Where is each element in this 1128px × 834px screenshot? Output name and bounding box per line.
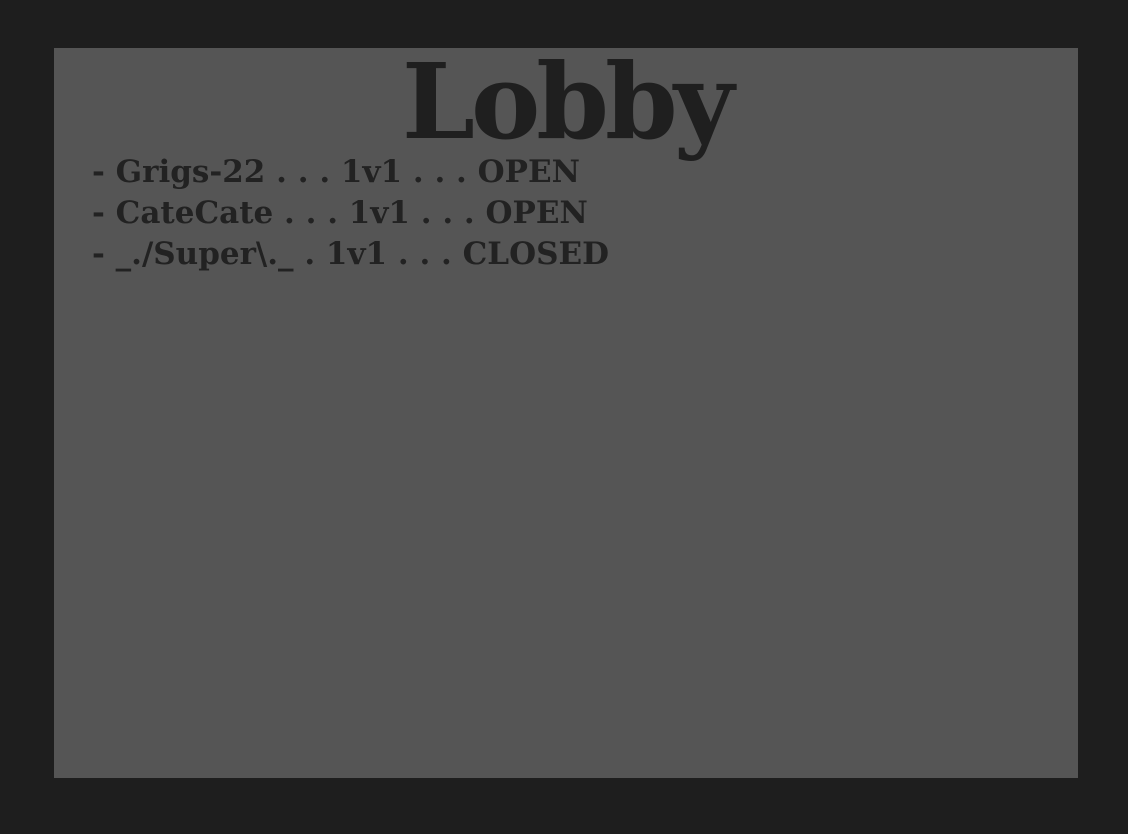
lobby-row-grigs-22[interactable]: - Grigs-22 . . . 1v1 . . . OPEN — [92, 152, 609, 193]
lobby-row-super[interactable]: - _./Super\._ . 1v1 . . . CLOSED — [92, 234, 609, 275]
lobby-list: - Grigs-22 . . . 1v1 . . . OPEN - CateCa… — [92, 152, 609, 275]
lobby-panel: Lobby - Grigs-22 . . . 1v1 . . . OPEN - … — [54, 48, 1078, 778]
lobby-row-catecate[interactable]: - CateCate . . . 1v1 . . . OPEN — [92, 193, 609, 234]
page-title: Lobby — [401, 40, 734, 163]
